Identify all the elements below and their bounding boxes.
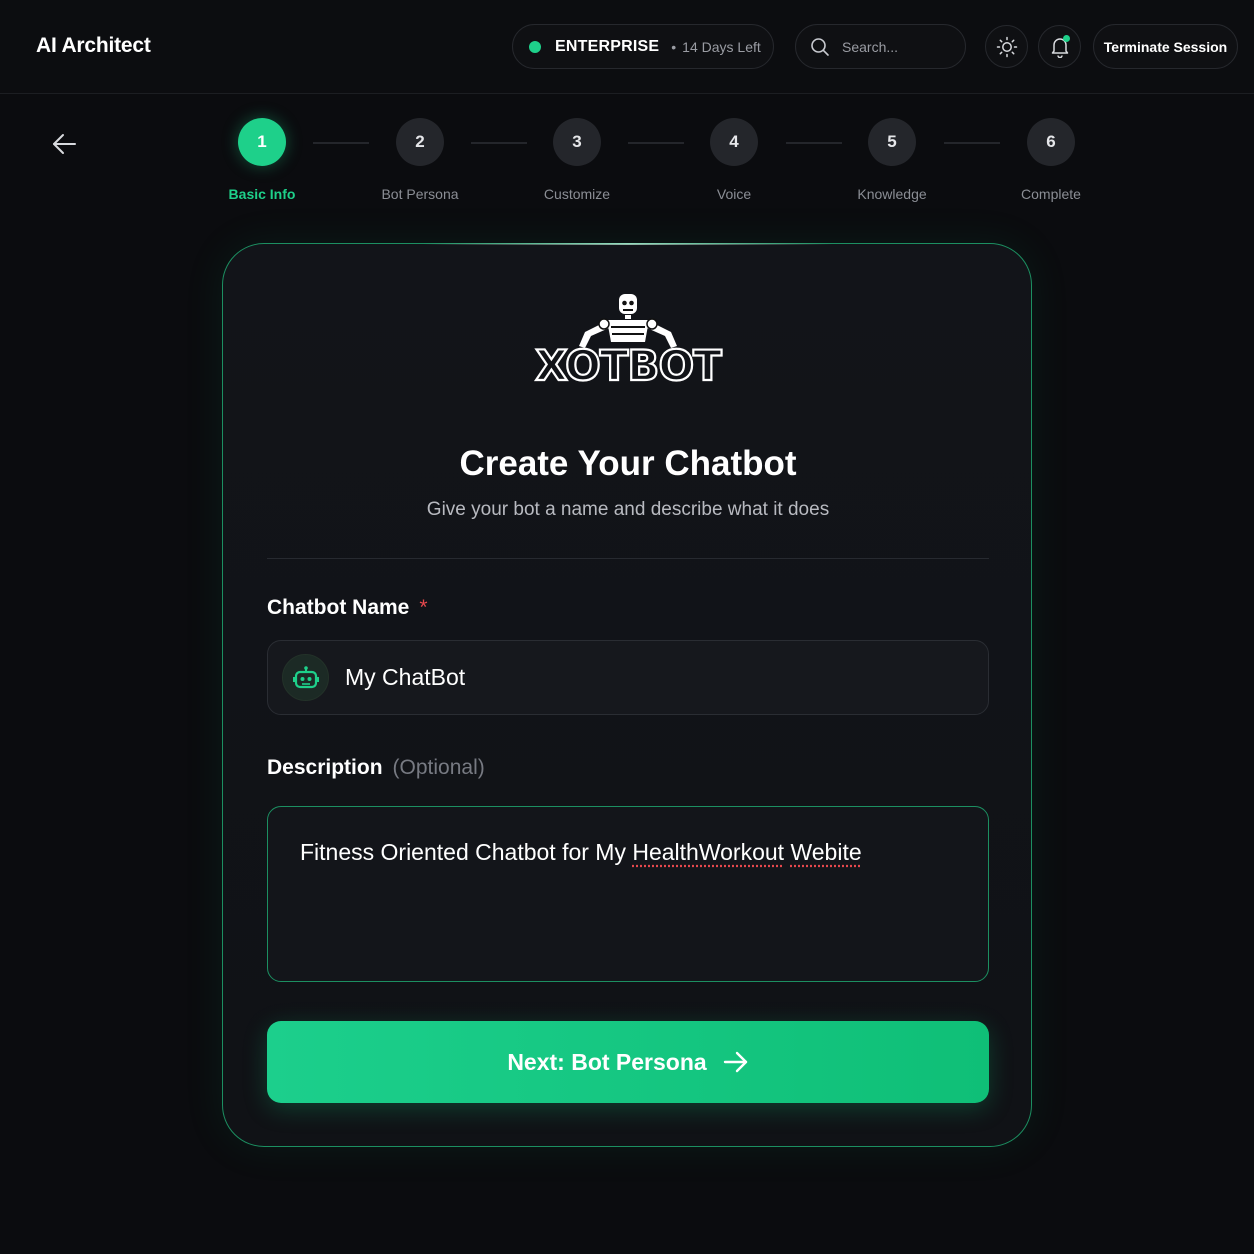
step-knowledge[interactable]: 5 Knowledge — [832, 118, 952, 202]
search-input[interactable] — [842, 38, 942, 55]
plan-name: ENTERPRISE — [555, 37, 660, 55]
notifications-button[interactable] — [1038, 25, 1081, 68]
chatbot-name-field[interactable] — [267, 640, 989, 715]
theme-toggle-button[interactable] — [985, 25, 1028, 68]
search-icon — [811, 37, 829, 56]
plan-separator: • — [671, 38, 677, 55]
divider — [267, 558, 989, 559]
chatbot-name-input[interactable] — [345, 664, 945, 691]
plan-status-dot — [529, 40, 541, 53]
plan-badge[interactable]: ENTERPRISE • 14 Days Left — [512, 24, 774, 69]
step-label: Customize — [543, 186, 611, 202]
step-label: Bot Persona — [381, 186, 459, 202]
description-text[interactable]: Fitness Oriented Chatbot for My HealthWo… — [300, 837, 956, 867]
step-label: Basic Info — [228, 186, 296, 202]
step-label: Voice — [716, 186, 752, 202]
next-bot-persona-button[interactable]: Next: Bot Persona — [267, 1021, 989, 1103]
step-number: 5 — [868, 118, 916, 166]
app-title: AI Architect — [36, 34, 151, 57]
description-text-plain: Fitness Oriented Chatbot for My — [300, 839, 633, 865]
step-number: 6 — [1027, 118, 1075, 166]
card-top-glow — [423, 243, 833, 245]
step-number: 4 — [710, 118, 758, 166]
step-bot-persona[interactable]: 2 Bot Persona — [360, 118, 480, 202]
step-number: 2 — [396, 118, 444, 166]
logo-wordmark-art: XOTBOT — [534, 340, 724, 391]
step-complete[interactable]: 6 Complete — [991, 118, 1111, 202]
back-button[interactable] — [50, 130, 78, 163]
required-mark: * — [419, 596, 428, 619]
step-customize[interactable]: 3 Customize — [517, 118, 637, 202]
create-chatbot-card: XOTBOT Create Your Chatbot Give your bot… — [222, 243, 1032, 1147]
arrow-right-icon — [723, 1051, 747, 1073]
description-label: Description (Optional) — [267, 756, 485, 780]
step-number: 3 — [553, 118, 601, 166]
logo-wordmark-text: XOTBOT — [535, 342, 722, 386]
description-textarea[interactable]: Fitness Oriented Chatbot for My HealthWo… — [267, 806, 989, 982]
bot-avatar — [282, 654, 329, 701]
misspelled-word: HealthWorkout — [632, 839, 785, 865]
robot-icon — [292, 665, 319, 688]
misspelled-word: Webite — [790, 839, 862, 865]
description-label-text: Description — [267, 756, 383, 779]
step-number: 1 — [238, 118, 286, 166]
chatbot-name-label-text: Chatbot Name — [267, 596, 410, 619]
next-button-label: Next: Bot Persona — [507, 1048, 707, 1075]
logo-wordmark: XOTBOT — [223, 340, 1033, 391]
search-box[interactable] — [795, 24, 966, 69]
notification-dot — [1063, 35, 1070, 42]
step-label: Knowledge — [857, 186, 927, 202]
optional-note: (Optional) — [392, 756, 485, 779]
step-voice[interactable]: 4 Voice — [674, 118, 794, 202]
page-title: Create Your Chatbot — [459, 444, 797, 483]
top-bar: AI Architect ENTERPRISE • 14 Days Left S… — [0, 0, 1254, 94]
page-subtitle: Give your bot a name and describe what i… — [426, 499, 830, 520]
chatbot-name-label: Chatbot Name * — [267, 596, 428, 620]
step-label: Complete — [1021, 186, 1081, 202]
step-basic-info[interactable]: 1 Basic Info — [202, 118, 322, 202]
plan-days-left: 14 Days Left — [682, 38, 761, 55]
arrow-left-icon — [53, 134, 76, 154]
terminate-session-button[interactable]: Terminate Session — [1093, 24, 1238, 69]
sun-icon — [996, 36, 1017, 57]
